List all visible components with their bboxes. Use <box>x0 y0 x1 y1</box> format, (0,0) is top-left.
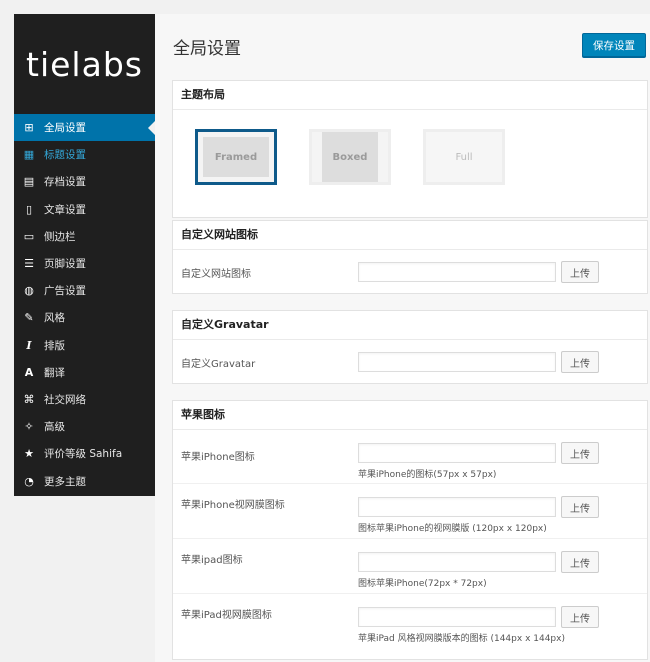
iphone-icon-hint: 苹果iPhone的图标(57px x 57px) <box>358 470 497 480</box>
favicon-box: 自定义网站图标 自定义网站图标 上传 <box>172 220 648 294</box>
iphone-icon-input[interactable] <box>358 443 556 463</box>
theme-layout-box: 主题布局 Framed Boxed Full <box>172 80 648 218</box>
sidebar-item-label: 风格 <box>44 312 65 325</box>
sidebar-item-footer[interactable]: ☰ 页脚设置 <box>14 250 155 277</box>
sidebar: tielabs ⊞ 全局设置 ▦ 标题设置 ▤ 存档设置 ▯ 文章设置 ▭ 侧边… <box>14 14 155 496</box>
apple-row-label: 苹果iPad视网膜图标 <box>181 610 272 621</box>
gravatar-upload-button[interactable]: 上传 <box>561 351 599 373</box>
ipad-retina-icon-hint: 苹果iPad 风格视网膜版本的图标 (144px x 144px) <box>358 634 565 644</box>
apple-row-label: 苹果iPhone视网膜图标 <box>181 500 285 511</box>
page-title: 全局设置 <box>173 39 241 59</box>
layout-option-label: Framed <box>203 137 269 177</box>
home-icon: ⊞ <box>24 121 34 135</box>
gravatar-input[interactable] <box>358 352 556 372</box>
archive-icon: ▤ <box>23 175 35 189</box>
star-icon: ★ <box>24 447 34 461</box>
sidebar-item-label: 标题设置 <box>44 149 86 162</box>
sidebar-item-more-themes[interactable]: ◔ 更多主题 <box>14 467 155 494</box>
apple-row-iphone-retina: 苹果iPhone视网膜图标 上传 图标苹果iPhone的视网膜版 (120px … <box>173 484 647 539</box>
network-icon: ⌘ <box>23 392 35 406</box>
logo: tielabs <box>26 44 143 84</box>
iphone-icon-upload-button[interactable]: 上传 <box>561 442 599 464</box>
ipad-retina-icon-input[interactable] <box>358 607 556 627</box>
apple-row-iphone: 苹果iPhone图标 上传 苹果iPhone的图标(57px x 57px) <box>173 430 647 484</box>
sidebar-nav: ⊞ 全局设置 ▦ 标题设置 ▤ 存档设置 ▯ 文章设置 ▭ 侧边栏 ☰ 页脚设置… <box>14 114 155 495</box>
iphone-retina-icon-input[interactable] <box>358 497 556 517</box>
document-icon: ▯ <box>25 202 33 216</box>
gravatar-box: 自定义Gravatar 自定义Gravatar 上传 <box>172 310 648 384</box>
iphone-retina-icon-hint: 图标苹果iPhone的视网膜版 (120px x 120px) <box>358 524 547 534</box>
gravatar-row: 自定义Gravatar 上传 <box>173 340 647 383</box>
layout-option-full[interactable]: Full <box>423 129 505 185</box>
sidebar-item-label: 全局设置 <box>44 122 86 135</box>
translate-icon: A <box>24 365 34 379</box>
favicon-row: 自定义网站图标 上传 <box>173 250 647 293</box>
sidebar-item-label: 高级 <box>44 421 65 434</box>
sidebar-item-label: 页脚设置 <box>44 258 86 271</box>
italic-icon: I <box>26 338 32 352</box>
theme-layout-heading: 主题布局 <box>173 81 647 110</box>
sidebar-item-label: 存档设置 <box>44 176 86 189</box>
favicon-label: 自定义网站图标 <box>181 269 251 280</box>
iphone-retina-icon-upload-button[interactable]: 上传 <box>561 496 599 518</box>
wrench-icon: ✧ <box>24 420 34 434</box>
sidebar-item-label: 排版 <box>44 339 65 352</box>
sidebar-item-global[interactable]: ⊞ 全局设置 <box>14 114 155 142</box>
layout-option-framed[interactable]: Framed <box>195 129 277 185</box>
favicon-upload-button[interactable]: 上传 <box>561 261 599 283</box>
megaphone-icon: ◍ <box>24 284 34 298</box>
apple-row-ipad: 苹果ipad图标 上传 图标苹果iPhone(72px * 72px) <box>173 539 647 594</box>
brush-icon: ✎ <box>24 311 34 325</box>
sidebar-item-label: 文章设置 <box>44 203 86 216</box>
favicon-input[interactable] <box>358 262 556 282</box>
sidebar-item-label: 更多主题 <box>44 475 86 488</box>
sidebar-item-label: 广告设置 <box>44 285 86 298</box>
sidebar-item-sidebar[interactable]: ▭ 侧边栏 <box>14 223 155 250</box>
apple-row-ipad-retina: 苹果iPad视网膜图标 上传 苹果iPad 风格视网膜版本的图标 (144px … <box>173 594 647 650</box>
apple-row-label: 苹果iPhone图标 <box>181 452 255 463</box>
sidebar-item-review[interactable]: ★ 评价等级 Sahifa <box>14 440 155 467</box>
sidebar-item-typography[interactable]: I 排版 <box>14 332 155 359</box>
grid-icon: ▦ <box>23 148 35 162</box>
gravatar-label: 自定义Gravatar <box>181 359 256 370</box>
ipad-icon-hint: 图标苹果iPhone(72px * 72px) <box>358 579 487 589</box>
sidebar-item-label: 社交网络 <box>44 393 86 406</box>
layout-options: Framed Boxed Full <box>173 110 647 218</box>
save-button[interactable]: 保存设置 <box>582 33 646 57</box>
layout-option-boxed[interactable]: Boxed <box>309 129 391 185</box>
sidebar-item-label: 侧边栏 <box>44 230 76 243</box>
sidebar-item-ads[interactable]: ◍ 广告设置 <box>14 277 155 304</box>
ipad-retina-icon-upload-button[interactable]: 上传 <box>561 606 599 628</box>
apple-row-label: 苹果ipad图标 <box>181 555 243 566</box>
main-panel: 全局设置 保存设置 主题布局 Framed Boxed Full 自定义网站图标… <box>155 14 650 662</box>
layout-option-label: Full <box>426 132 502 182</box>
favicon-heading: 自定义网站图标 <box>173 221 647 250</box>
apple-icons-heading: 苹果图标 <box>173 401 647 430</box>
ipad-icon-upload-button[interactable]: 上传 <box>561 551 599 573</box>
sidebar-item-label: 翻译 <box>44 366 65 379</box>
sidebar-item-translate[interactable]: A 翻译 <box>14 359 155 386</box>
sidebar-item-label: 评价等级 Sahifa <box>44 448 123 461</box>
sidebar-item-archive[interactable]: ▤ 存档设置 <box>14 168 155 195</box>
sidebar-item-header[interactable]: ▦ 标题设置 <box>14 141 155 168</box>
apple-icons-box: 苹果图标 苹果iPhone图标 上传 苹果iPhone的图标(57px x 57… <box>172 400 648 660</box>
ipad-icon-input[interactable] <box>358 552 556 572</box>
clock-icon: ◔ <box>24 474 34 488</box>
sidebar-item-advanced[interactable]: ✧ 高级 <box>14 413 155 440</box>
sidebar-item-style[interactable]: ✎ 风格 <box>14 304 155 331</box>
footer-icon: ☰ <box>24 257 34 271</box>
sidebar-icon: ▭ <box>23 229 35 243</box>
gravatar-heading: 自定义Gravatar <box>173 311 647 340</box>
sidebar-item-post[interactable]: ▯ 文章设置 <box>14 196 155 223</box>
layout-option-label: Boxed <box>322 132 378 182</box>
sidebar-item-social[interactable]: ⌘ 社交网络 <box>14 386 155 413</box>
